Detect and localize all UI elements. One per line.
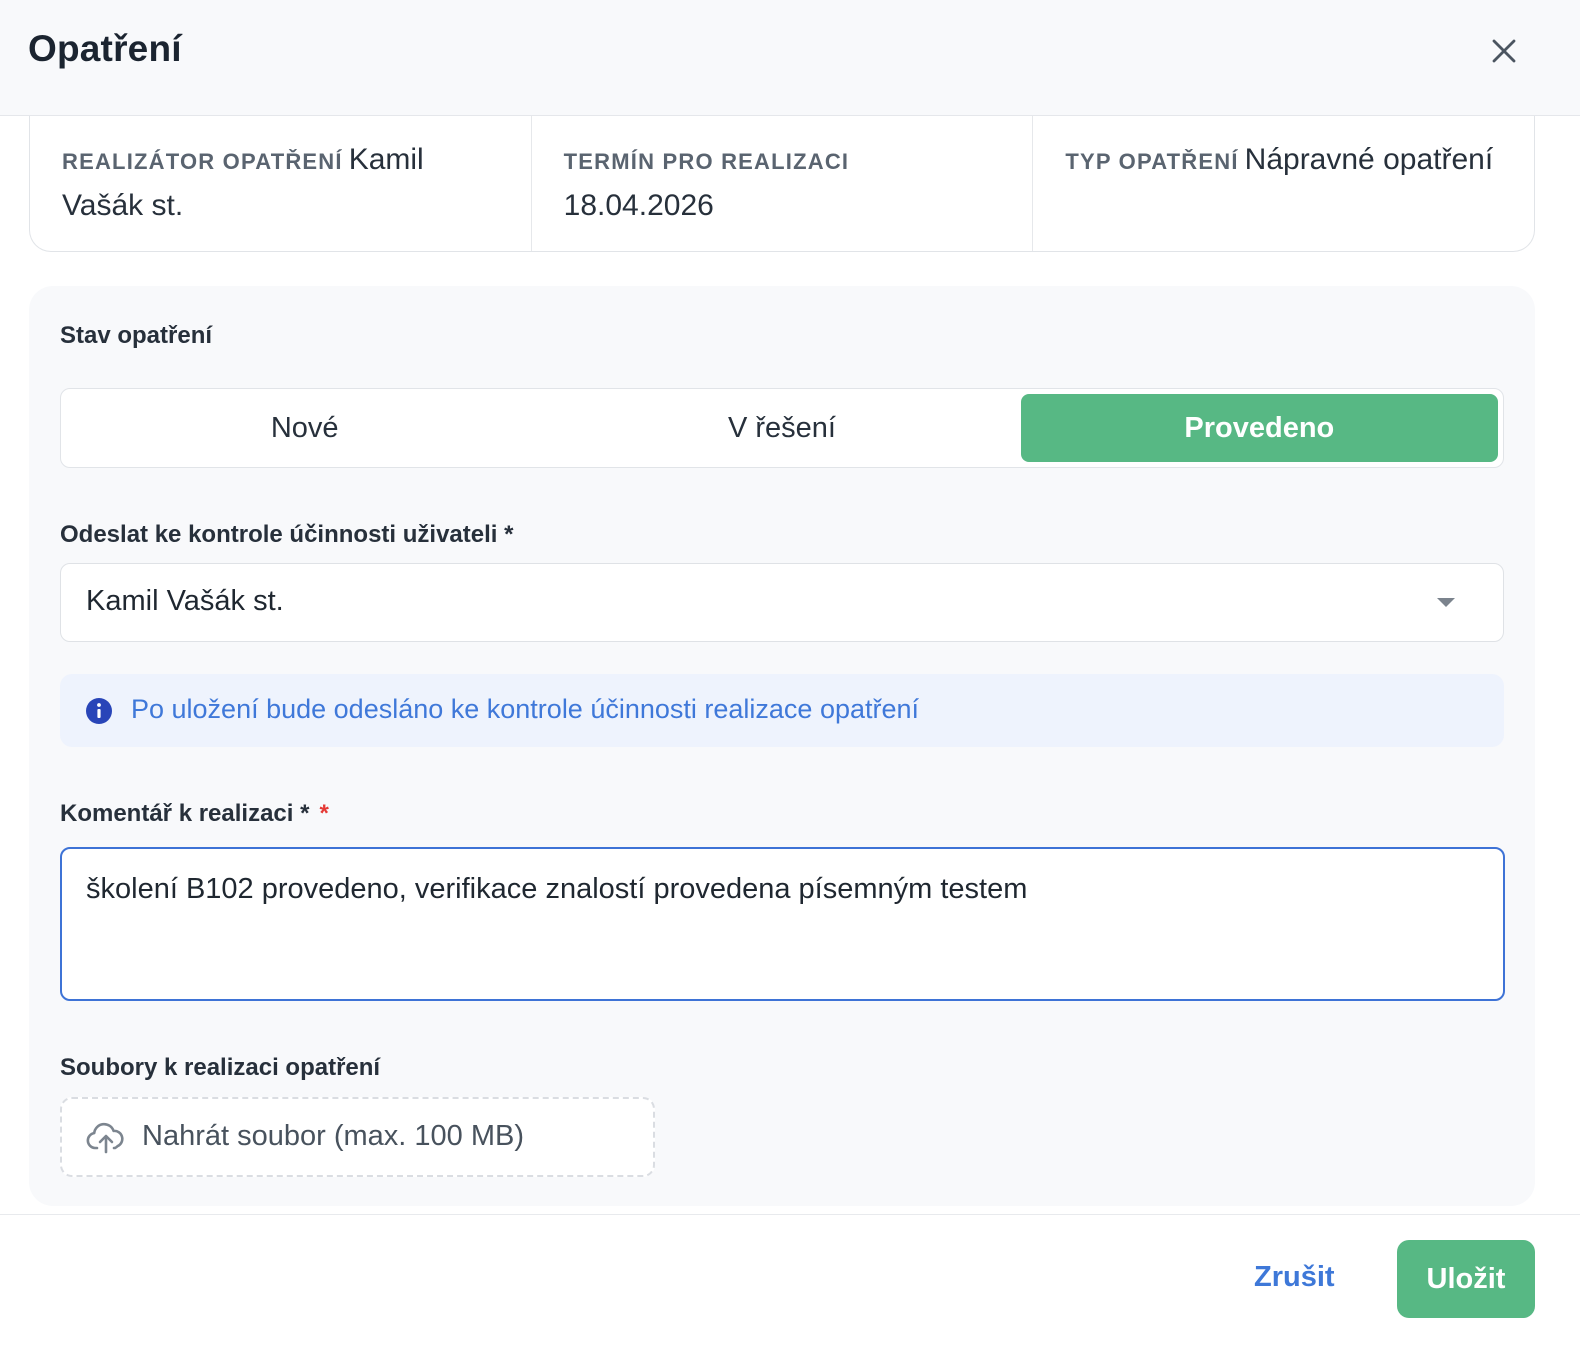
close-icon	[1492, 39, 1516, 63]
reviewer-select[interactable]: Kamil Vašák st.	[60, 563, 1504, 642]
upload-file-label: Nahrát soubor (max. 100 MB)	[142, 1120, 524, 1152]
close-button[interactable]	[1486, 33, 1522, 69]
upload-file-button[interactable]: Nahrát soubor (max. 100 MB)	[60, 1097, 655, 1177]
info-typ-label: Typ opatření	[1065, 149, 1239, 174]
status-option-v-reseni[interactable]: V řešení	[543, 394, 1020, 462]
save-button[interactable]: Uložit	[1397, 1240, 1535, 1318]
cancel-button[interactable]: Zrušit	[1254, 1261, 1335, 1294]
info-typ-value: Nápravné opatření	[1244, 143, 1494, 176]
info-notice-text: Po uložení bude odesláno ke kontrole úči…	[131, 694, 920, 724]
info-termin: Termín pro realizaci 18.04.2026	[530, 116, 1033, 251]
required-marker: *	[319, 800, 329, 827]
comment-label: Komentář k realizaci * *	[60, 800, 329, 828]
reviewer-select-value: Kamil Vašák st.	[86, 585, 284, 617]
info-icon	[85, 697, 113, 725]
info-realizator-label: Realizátor opatření	[62, 149, 343, 174]
info-termin-value: 18.04.2026	[563, 189, 714, 222]
status-segmented-control: Nové V řešení Provedeno	[60, 388, 1504, 468]
comment-label-text: Komentář k realizaci *	[60, 800, 310, 827]
cloud-upload-icon	[86, 1121, 126, 1155]
dialog-header: Opatření	[0, 0, 1580, 116]
chevron-down-icon	[1437, 598, 1455, 607]
status-option-nove[interactable]: Nové	[66, 394, 543, 462]
measure-info-card: Realizátor opatření Kamil Vašák st. Termí…	[29, 116, 1535, 252]
files-label: Soubory k realizaci opatření	[60, 1054, 381, 1081]
form-panel: Stav opatření Nové V řešení Provedeno Od…	[29, 286, 1535, 1206]
info-termin-label: Termín pro realizaci	[563, 149, 850, 174]
info-typ: Typ opatření Nápravné opatření	[1032, 116, 1534, 251]
reviewer-label: Odeslat ke kontrole účinnosti uživateli …	[60, 521, 514, 548]
comment-textarea-value: školení B102 provedeno, verifikace znalo…	[86, 873, 1028, 905]
info-notice: Po uložení bude odesláno ke kontrole úči…	[60, 674, 1504, 747]
comment-textarea[interactable]: školení B102 provedeno, verifikace znalo…	[60, 847, 1505, 1001]
status-option-provedeno[interactable]: Provedeno	[1020, 394, 1498, 462]
status-label: Stav opatření	[60, 322, 213, 349]
dialog-title: Opatření	[28, 28, 182, 69]
info-realizator: Realizátor opatření Kamil Vašák st.	[30, 116, 531, 251]
dialog-footer: Zrušit Uložit	[0, 1214, 1580, 1350]
